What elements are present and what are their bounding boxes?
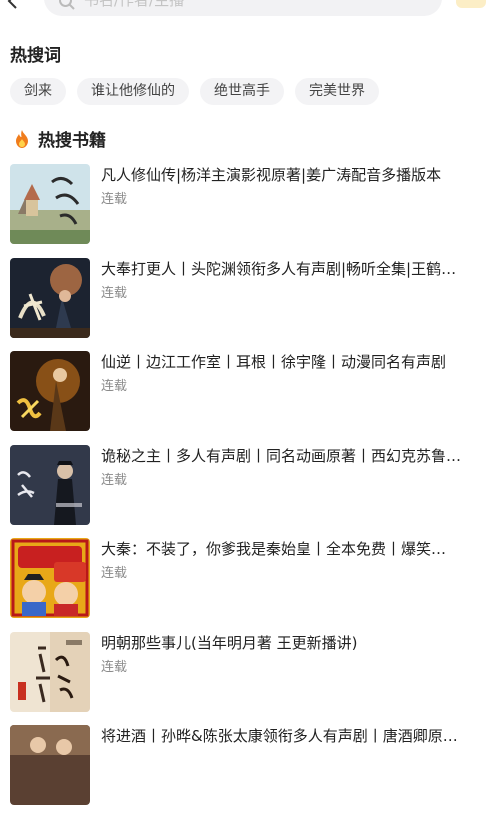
hot-word-chip[interactable]: 谁让他修仙的 <box>77 78 189 105</box>
book-cover <box>10 631 90 712</box>
search-input[interactable] <box>84 0 424 12</box>
book-cover <box>10 444 90 525</box>
top-bar <box>0 0 502 22</box>
book-title: 凡人修仙传|杨洋主演影视原著|姜广涛配音多播版本 <box>101 166 442 184</box>
book-title: 大奉打更人丨头陀渊领衔多人有声剧|畅听全集|王鹤… <box>101 259 457 278</box>
book-cover <box>10 725 90 805</box>
hot-word-chip[interactable]: 绝世高手 <box>200 78 284 105</box>
book-cover <box>10 257 90 338</box>
book-item[interactable]: 凡人修仙传|杨洋主演影视原著|姜广涛配音多播版本 连载 <box>10 164 492 244</box>
book-status: 连载 <box>101 659 128 675</box>
vip-badge-icon[interactable] <box>456 0 486 8</box>
book-cover <box>10 538 90 618</box>
book-item[interactable]: 大秦：不装了，你爹我是秦始皇丨全本免费丨爆笑… 连载 <box>10 538 492 618</box>
hot-words-title: 热搜词 <box>10 46 61 66</box>
book-item[interactable]: 大奉打更人丨头陀渊领衔多人有声剧|畅听全集|王鹤… 连载 <box>10 257 492 338</box>
book-status: 连载 <box>101 285 128 301</box>
book-cover <box>10 351 90 431</box>
book-title: 大秦：不装了，你爹我是秦始皇丨全本免费丨爆笑… <box>101 540 447 558</box>
back-arrow-icon <box>7 0 17 9</box>
book-title: 将进酒丨孙晔&陈张太康领衔多人有声剧丨唐酒卿原… <box>101 727 458 745</box>
book-title: 仙逆丨边江工作室丨耳根丨徐宇隆丨动漫同名有声剧 <box>101 353 447 371</box>
book-item[interactable]: 仙逆丨边江工作室丨耳根丨徐宇隆丨动漫同名有声剧 连载 <box>10 351 492 431</box>
book-item[interactable]: 将进酒丨孙晔&陈张太康领衔多人有声剧丨唐酒卿原… <box>10 725 492 805</box>
hot-books-header: 热搜书籍 <box>14 126 106 151</box>
book-status: 连载 <box>101 472 128 488</box>
hot-books-title: 热搜书籍 <box>38 131 106 151</box>
book-status: 连载 <box>101 566 128 581</box>
hot-word-chip[interactable]: 剑来 <box>10 78 66 105</box>
hot-words-list: 剑来 谁让他修仙的 绝世高手 完美世界 <box>10 78 379 105</box>
back-button[interactable] <box>4 0 22 10</box>
book-status: 连载 <box>101 192 128 207</box>
book-title: 诡秘之主丨多人有声剧丨同名动画原著丨西幻克苏鲁… <box>101 446 462 465</box>
search-icon <box>58 0 76 11</box>
hot-books-list: 凡人修仙传|杨洋主演影视原著|姜广涛配音多播版本 连载 大奉打更人丨头陀渊领衔多… <box>10 164 492 819</box>
book-title: 明朝那些事儿(当年明月著 王更新播讲) <box>101 633 358 652</box>
book-item[interactable]: 明朝那些事儿(当年明月著 王更新播讲) 连载 <box>10 631 492 712</box>
book-item[interactable]: 诡秘之主丨多人有声剧丨同名动画原著丨西幻克苏鲁… 连载 <box>10 444 492 525</box>
hot-word-chip[interactable]: 完美世界 <box>295 78 379 105</box>
search-bar[interactable] <box>44 0 442 16</box>
book-cover <box>10 164 90 244</box>
flame-icon <box>14 129 30 148</box>
book-status: 连载 <box>101 379 128 394</box>
